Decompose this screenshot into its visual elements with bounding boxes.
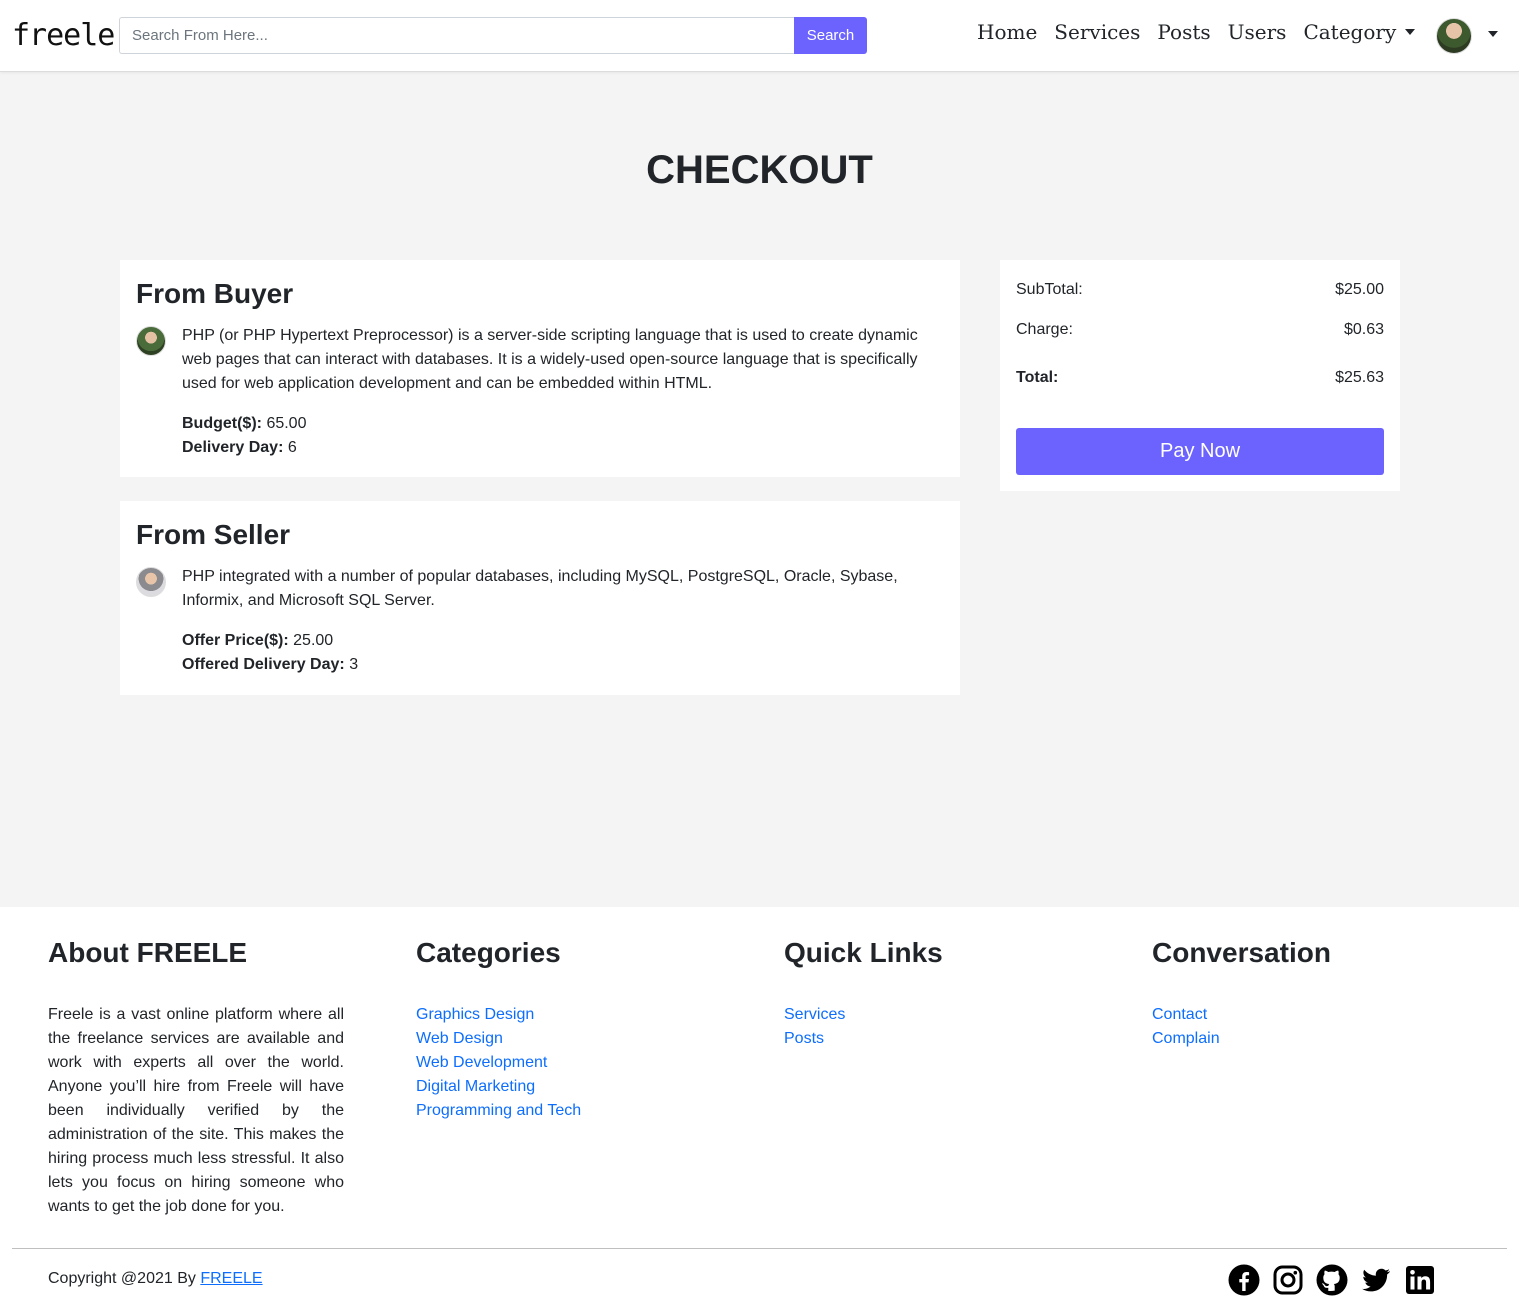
seller-card: From Seller PHP integrated with a number… xyxy=(120,501,960,695)
buyer-avatar xyxy=(136,326,166,356)
offered-delivery-label: Offered Delivery Day: xyxy=(182,656,345,673)
github-icon[interactable] xyxy=(1316,1264,1348,1296)
chevron-down-icon[interactable] xyxy=(1488,31,1498,37)
delivery-value: 6 xyxy=(287,439,297,456)
brand-logo[interactable]: freele xyxy=(12,18,115,53)
pay-now-button[interactable]: Pay Now xyxy=(1016,428,1384,475)
copyright: Copyright @2021 By FREELE xyxy=(48,1267,263,1291)
search-form: Search xyxy=(119,17,867,54)
buyer-message: PHP (or PHP Hypertext Preprocessor) is a… xyxy=(182,327,918,392)
order-summary: SubTotal: $25.00 Charge: $0.63 Total: $2… xyxy=(1000,260,1400,491)
nav-posts[interactable]: Posts xyxy=(1157,20,1210,44)
footer-divider xyxy=(12,1248,1507,1249)
category-link-web-design[interactable]: Web Design xyxy=(416,1027,581,1051)
offered-delivery-line: Offered Delivery Day: 3 xyxy=(182,653,944,677)
buyer-message-body: PHP (or PHP Hypertext Preprocessor) is a… xyxy=(182,324,944,460)
nav-category-label: Category xyxy=(1303,20,1397,44)
charge-value: $0.63 xyxy=(1343,321,1384,338)
seller-meta: Offer Price($): 25.00 Offered Delivery D… xyxy=(182,629,944,677)
twitter-icon[interactable] xyxy=(1360,1264,1392,1296)
copyright-link[interactable]: FREELE xyxy=(200,1270,262,1287)
instagram-icon[interactable] xyxy=(1272,1264,1304,1296)
seller-message: PHP integrated with a number of popular … xyxy=(182,568,898,609)
complain-link[interactable]: Complain xyxy=(1152,1027,1331,1051)
delivery-label: Delivery Day: xyxy=(182,439,284,456)
social-links xyxy=(1228,1264,1448,1296)
budget-line: Budget($): 65.00 xyxy=(182,412,944,436)
about-text: Freele is a vast online platform where a… xyxy=(48,1006,344,1215)
subtotal-row: SubTotal: $25.00 xyxy=(1016,278,1384,302)
charge-row: Charge: $0.63 xyxy=(1016,318,1384,342)
seller-message-row: PHP integrated with a number of popular … xyxy=(136,565,944,677)
offer-price-line: Offer Price($): 25.00 xyxy=(182,629,944,653)
subtotal-label: SubTotal: xyxy=(1016,281,1083,298)
category-link-digital-marketing[interactable]: Digital Marketing xyxy=(416,1075,581,1099)
page-title: CHECKOUT xyxy=(646,148,873,192)
delivery-line: Delivery Day: 6 xyxy=(182,436,944,460)
nav-category-dropdown[interactable]: Category xyxy=(1303,20,1416,44)
buyer-card: From Buyer PHP (or PHP Hypertext Preproc… xyxy=(120,260,960,477)
user-menu[interactable] xyxy=(1436,18,1478,54)
category-link-graphics-design[interactable]: Graphics Design xyxy=(416,1003,581,1027)
budget-value: 65.00 xyxy=(266,415,307,432)
navbar: freele Search Home Services Posts Users … xyxy=(0,0,1519,72)
total-label: Total: xyxy=(1016,369,1059,386)
quick-link-posts[interactable]: Posts xyxy=(784,1027,943,1051)
buyer-message-row: PHP (or PHP Hypertext Preprocessor) is a… xyxy=(136,324,944,460)
buyer-meta: Budget($): 65.00 Delivery Day: 6 xyxy=(182,412,944,460)
quick-links-heading: Quick Links xyxy=(784,937,943,968)
nav-users[interactable]: Users xyxy=(1228,20,1287,44)
copyright-text: Copyright @2021 By xyxy=(48,1270,201,1287)
contact-link[interactable]: Contact xyxy=(1152,1003,1331,1027)
seller-avatar xyxy=(136,567,166,597)
footer-conversation: Conversation Contact Complain xyxy=(1152,937,1331,1051)
facebook-icon[interactable] xyxy=(1228,1264,1260,1296)
search-input[interactable] xyxy=(119,17,794,54)
nav-home[interactable]: Home xyxy=(977,20,1037,44)
offered-delivery-value: 3 xyxy=(349,656,359,673)
charge-label: Charge: xyxy=(1016,321,1073,338)
quick-link-services[interactable]: Services xyxy=(784,1003,943,1027)
linkedin-icon[interactable] xyxy=(1404,1264,1436,1296)
category-link-web-development[interactable]: Web Development xyxy=(416,1051,581,1075)
seller-message-body: PHP integrated with a number of popular … xyxy=(182,565,944,677)
chevron-down-icon xyxy=(1405,29,1416,35)
avatar xyxy=(1436,18,1472,54)
footer-categories: Categories Graphics Design Web Design We… xyxy=(416,937,581,1123)
search-button[interactable]: Search xyxy=(794,17,867,54)
offer-price-label: Offer Price($): xyxy=(182,632,289,649)
footer-about: About FREELE Freele is a vast online pla… xyxy=(48,937,344,1219)
main-nav: Home Services Posts Users Category xyxy=(977,20,1432,44)
total-value: $25.63 xyxy=(1335,369,1384,386)
offer-price-value: 25.00 xyxy=(293,632,334,649)
buyer-heading: From Buyer xyxy=(136,278,294,309)
subtotal-value: $25.00 xyxy=(1335,281,1384,298)
total-row: Total: $25.63 xyxy=(1016,366,1384,390)
categories-heading: Categories xyxy=(416,937,561,968)
seller-heading: From Seller xyxy=(136,519,291,550)
conversation-heading: Conversation xyxy=(1152,937,1331,968)
footer-quick-links: Quick Links Services Posts xyxy=(784,937,943,1051)
nav-services[interactable]: Services xyxy=(1054,20,1140,44)
footer: About FREELE Freele is a vast online pla… xyxy=(0,907,1519,1310)
about-heading: About FREELE xyxy=(48,937,248,968)
category-link-programming-and-tech[interactable]: Programming and Tech xyxy=(416,1099,581,1123)
budget-label: Budget($): xyxy=(182,415,262,432)
